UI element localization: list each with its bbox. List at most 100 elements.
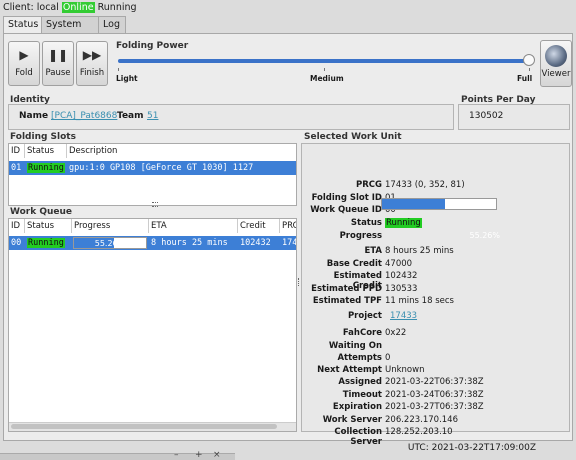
pane-splitter-handle[interactable] [152, 202, 158, 207]
power-medium-label: Medium [310, 74, 344, 83]
col-eta[interactable]: ETA [149, 219, 238, 233]
wu-prcg: 174 [282, 238, 297, 248]
field-value: 130533 [385, 284, 418, 294]
scrollbar-thumb[interactable] [11, 424, 277, 429]
slot-description: gpu:1:0 GP108 [GeForce GT 1030] 1127 [69, 163, 254, 173]
field-label: Attempts [337, 353, 382, 363]
fahcontrol-window: Client: local Online Running Status Syst… [0, 0, 576, 460]
field-label: Timeout [342, 390, 382, 400]
field-label: Assigned [338, 377, 382, 387]
project-link[interactable]: 17433 [390, 311, 417, 321]
finish-button[interactable]: ▶▶ Finish [76, 41, 108, 86]
field-label: Waiting On [328, 341, 382, 351]
tab-system-info[interactable]: System Info [41, 16, 99, 46]
slot-id: 01 [11, 163, 22, 173]
field-label: Work Queue ID [310, 205, 382, 215]
field-value: Running [385, 218, 422, 228]
table-row[interactable]: 00 Running 55.26% 8 hours 25 mins 102432… [9, 236, 296, 250]
work-queue-table: ID Status Progress ETA Credit PRCG 00 Ru… [8, 218, 297, 432]
utc-clock: UTC: 2021-03-22T17:09:00Z [407, 443, 536, 453]
power-light-label: Light [116, 74, 138, 83]
col-description[interactable]: Description [67, 144, 296, 158]
field-value: 2021-03-22T06:37:38Z [385, 377, 484, 387]
donor-name-link[interactable]: [PCA]_Pat6868 [51, 111, 117, 121]
col-prcg[interactable]: PRCG [280, 219, 296, 233]
field-label: Estimated TPF [312, 296, 382, 306]
col-status[interactable]: Status [25, 144, 67, 158]
folding-slots-title: Folding Slots [10, 132, 76, 142]
wu-eta: 8 hours 25 mins [151, 238, 228, 248]
wu-id: 00 [11, 238, 22, 248]
wu-progress-bar: 55.26% [73, 237, 147, 249]
field-label: PRCG [356, 180, 382, 190]
slider-tick [118, 68, 119, 71]
finish-label: Finish [79, 68, 105, 78]
selected-wu-title: Selected Work Unit [304, 132, 402, 142]
field-label: Status [350, 218, 382, 228]
field-label: ETA [364, 246, 382, 256]
field-label: Work Server [322, 415, 382, 425]
field-label: FahCore [342, 328, 382, 338]
wu-status: Running [25, 236, 72, 250]
progress-text: 55.26% [469, 231, 500, 240]
viewer-button[interactable]: Viewer [540, 40, 572, 87]
field-label: Expiration [332, 402, 382, 412]
power-full-label: Full [517, 74, 533, 83]
folding-power-slider-handle[interactable] [523, 54, 535, 66]
pause-button[interactable]: ❚❚ Pause [42, 41, 74, 86]
col-id[interactable]: ID [9, 144, 25, 158]
running-badge: Running [27, 238, 65, 248]
field-value: 2021-03-27T06:37:38Z [385, 402, 484, 412]
folding-power-title: Folding Power [116, 41, 189, 51]
wu-credit: 102432 [240, 238, 271, 248]
field-label: Base Credit [326, 259, 382, 269]
name-label: Name [19, 111, 49, 121]
tab-status[interactable]: Status [3, 16, 43, 34]
client-label: Client: [3, 2, 34, 13]
selected-progress-bar [381, 198, 497, 210]
pause-label: Pause [45, 68, 71, 78]
field-value: 128.252.203.10 [385, 427, 453, 437]
running-badge: Running [27, 163, 65, 173]
field-label: Next Attempt [317, 365, 382, 375]
field-value: Unknown [385, 365, 425, 375]
field-value: 2021-03-24T06:37:38Z [385, 390, 484, 400]
pause-icon: ❚❚ [47, 48, 69, 62]
status-tab-panel: ▶ Fold ❚❚ Pause ▶▶ Finish Folding Power … [3, 33, 573, 447]
field-label: Collection Server [334, 427, 382, 447]
col-progress[interactable]: Progress [72, 219, 149, 233]
fold-label: Fold [15, 68, 33, 78]
col-status[interactable]: Status [25, 219, 72, 233]
ppd-value: 130502 [469, 111, 504, 121]
slot-status: Running [25, 161, 67, 175]
client-status-line: Client: local Online Running [3, 2, 137, 13]
table-row[interactable]: 01 Running gpu:1:0 GP108 [GeForce GT 103… [9, 161, 296, 175]
field-value: 0 [385, 353, 391, 363]
work-queue-title: Work Queue [10, 207, 73, 217]
progress-text: 55.26% [94, 239, 126, 248]
field-value: 102432 [385, 271, 418, 281]
fold-button[interactable]: ▶ Fold [8, 41, 40, 86]
tab-log[interactable]: Log [98, 16, 126, 34]
team-label: Team [117, 111, 144, 121]
field-value: 206.223.170.146 [385, 415, 459, 425]
field-value: 47000 [385, 259, 413, 269]
col-id[interactable]: ID [9, 219, 25, 233]
field-value: 11 mins 18 secs [385, 296, 454, 306]
col-credit[interactable]: Credit [238, 219, 280, 233]
folding-power-slider-track[interactable] [118, 59, 530, 63]
horizontal-scrollbar[interactable] [9, 422, 296, 431]
play-icon: ▶ [19, 48, 29, 62]
client-activity: Running [97, 2, 137, 13]
field-label: Progress [339, 231, 382, 241]
slider-tick [324, 68, 325, 71]
client-name: local [36, 2, 59, 13]
finish-icon: ▶▶ [82, 48, 102, 62]
field-value: 0x22 [385, 328, 407, 338]
team-link[interactable]: 51 [147, 111, 158, 121]
field-label: Project [347, 311, 382, 321]
folding-slots-table: ID Status Description 01 Running gpu:1:0… [8, 143, 297, 206]
slider-tick [529, 68, 530, 71]
progress-fill [382, 199, 445, 209]
viewer-label: Viewer [541, 69, 571, 79]
